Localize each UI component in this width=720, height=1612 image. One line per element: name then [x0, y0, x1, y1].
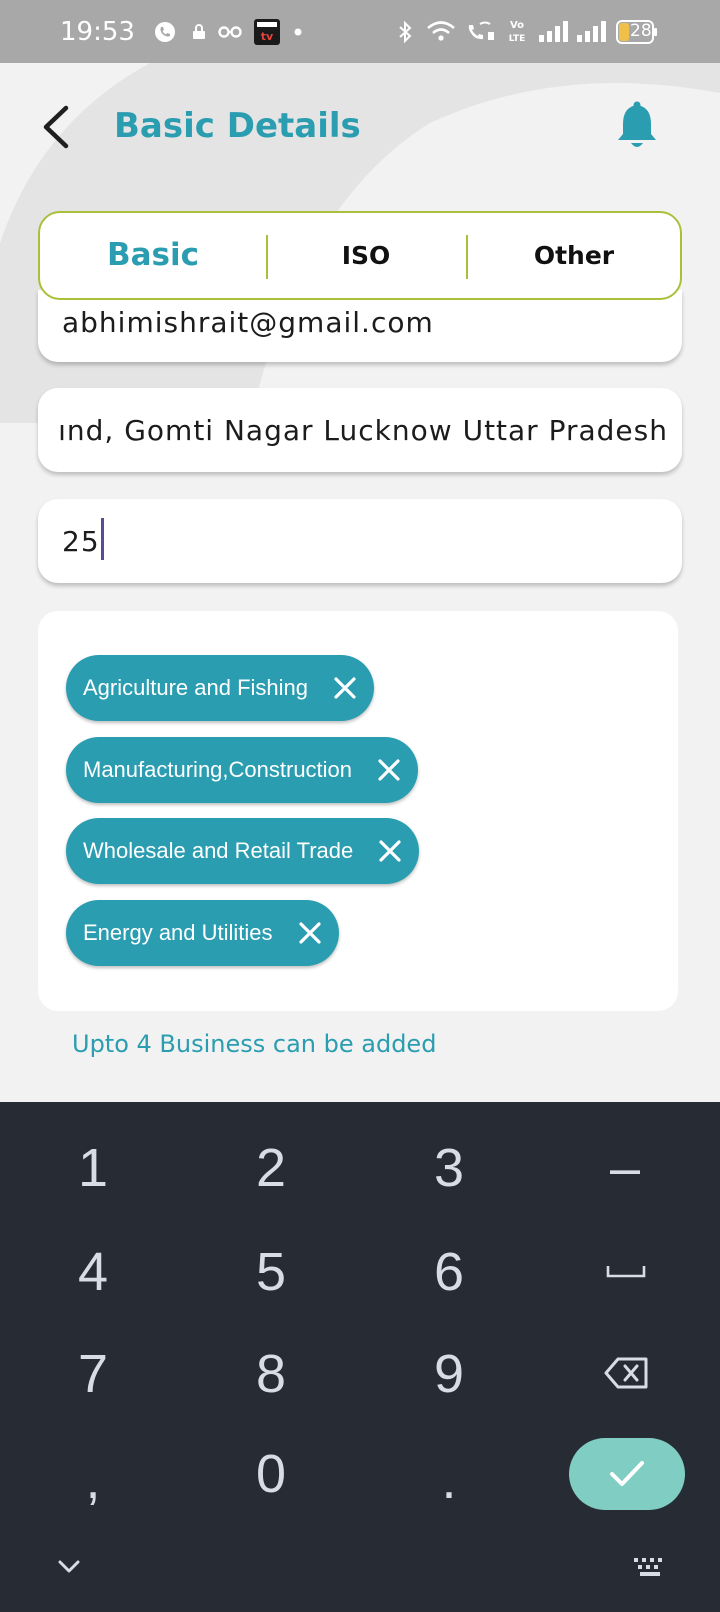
key-2[interactable]: 2 [196, 1118, 346, 1218]
status-bar: 19:53 tv Vo LTE 28 [0, 0, 720, 63]
bell-icon[interactable] [614, 100, 660, 152]
close-icon[interactable] [297, 920, 323, 946]
svg-text:LTE: LTE [509, 34, 526, 44]
address-field[interactable]: ınd, Gomti Nagar Lucknow Uttar Pradesh [38, 388, 682, 472]
email-field[interactable]: abhimishrait@gmail.com [38, 290, 682, 362]
svg-text:Vo: Vo [510, 20, 524, 31]
check-icon [610, 1461, 644, 1486]
back-arrow-icon[interactable] [36, 100, 80, 154]
backspace-icon[interactable] [604, 1356, 650, 1390]
chip-label: Agriculture and Fishing [83, 675, 309, 700]
page-title: Basic Details [114, 106, 361, 146]
volte-icon: Vo LTE [509, 20, 526, 44]
key-8[interactable]: 8 [196, 1324, 346, 1424]
key-9[interactable]: 9 [374, 1324, 524, 1424]
chip-label: Energy and Utilities [83, 920, 273, 945]
key-3[interactable]: 3 [374, 1118, 524, 1218]
chip-label: Wholesale and Retail Trade [83, 838, 354, 863]
count-field[interactable]: 25 [38, 499, 682, 583]
close-icon[interactable] [377, 838, 403, 864]
wifi-icon [427, 21, 455, 41]
lock-icon [193, 24, 205, 39]
key-1[interactable]: 1 [18, 1118, 168, 1218]
email-value: abhimishrait@gmail.com [62, 306, 434, 339]
business-chip: Manufacturing,Construction [66, 737, 419, 803]
tab-iso[interactable]: ISO [266, 213, 466, 298]
key-6[interactable]: 6 [374, 1222, 524, 1322]
business-limit-hint: Upto 4 Business can be added [72, 1030, 437, 1058]
dot-icon [294, 28, 302, 36]
key-0[interactable]: 0 [196, 1424, 346, 1524]
signal-icon [539, 21, 568, 42]
key-4[interactable]: 4 [18, 1222, 168, 1322]
count-text: 25 [62, 518, 104, 560]
enter-key[interactable] [569, 1438, 685, 1510]
key-5[interactable]: 5 [196, 1222, 346, 1322]
tv-app-icon: tv [254, 19, 280, 45]
phone-icon [155, 22, 175, 42]
glasses-icon [218, 26, 242, 38]
signal-icon [577, 21, 606, 42]
chip-label: Manufacturing,Construction [83, 757, 353, 782]
close-icon[interactable] [376, 757, 402, 783]
tab-basic[interactable]: Basic [40, 213, 266, 298]
close-icon[interactable] [332, 675, 358, 701]
count-value: 25 [62, 525, 100, 558]
space-key-icon[interactable] [606, 1262, 646, 1282]
text-cursor [100, 518, 104, 560]
key-period[interactable]: . [374, 1430, 524, 1530]
business-chips-card: Agriculture and Fishing Manufacturing,Co… [38, 611, 678, 1011]
tab-bar: Basic ISO Other [38, 211, 682, 300]
business-chip: Agriculture and Fishing [66, 655, 375, 721]
chevron-down-icon[interactable] [56, 1558, 82, 1576]
battery-level: 28 [630, 21, 652, 41]
bluetooth-icon [399, 20, 412, 44]
business-chip: Energy and Utilities [66, 900, 339, 966]
business-chip: Wholesale and Retail Trade [66, 818, 420, 884]
key-dash[interactable]: – [550, 1118, 700, 1218]
key-7[interactable]: 7 [18, 1324, 168, 1424]
wifi-call-icon [468, 21, 494, 40]
status-time: 19:53 [60, 17, 135, 47]
address-value: ınd, Gomti Nagar Lucknow Uttar Pradesh [58, 414, 668, 447]
svg-text:tv: tv [261, 30, 274, 43]
keyboard-icon[interactable] [632, 1556, 668, 1578]
tab-other[interactable]: Other [466, 213, 682, 298]
key-comma[interactable]: , [18, 1430, 168, 1530]
